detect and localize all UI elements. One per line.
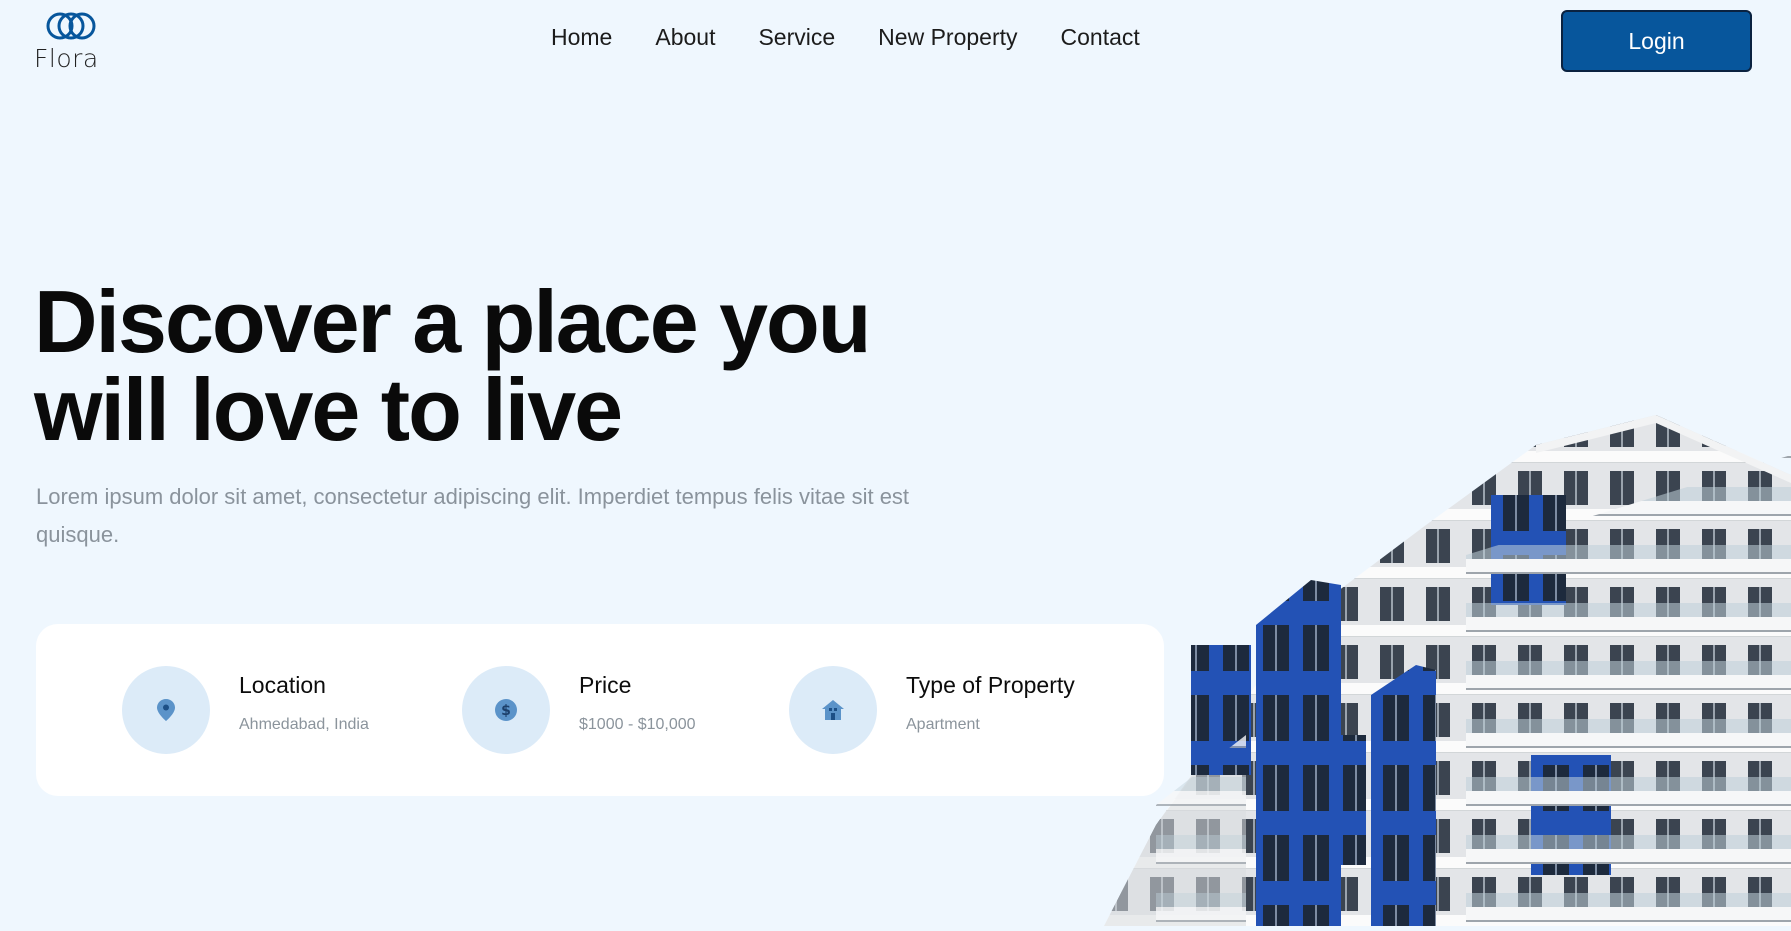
property-search-card: Location Ahmedabad, India $ Price $1000 … bbox=[36, 624, 1164, 796]
property-type-icon-circle bbox=[789, 666, 877, 754]
interlocking-rings-logo-icon bbox=[46, 12, 96, 40]
nav-home[interactable]: Home bbox=[551, 24, 612, 51]
house-icon bbox=[822, 700, 844, 720]
apartment-building-illustration bbox=[1104, 415, 1791, 926]
location-title: Location bbox=[239, 672, 326, 698]
location-value: Ahmedabad, India bbox=[239, 716, 369, 733]
main-nav: Home About Service New Property Contact bbox=[551, 24, 1183, 51]
property-type-value: Apartment bbox=[906, 716, 980, 733]
price-icon-circle: $ bbox=[462, 666, 550, 754]
nav-new-property[interactable]: New Property bbox=[878, 24, 1017, 51]
property-type-title: Type of Property bbox=[906, 672, 1075, 698]
nav-about[interactable]: About bbox=[655, 24, 715, 51]
nav-service[interactable]: Service bbox=[758, 24, 835, 51]
property-type-selector[interactable]: Type of Property Apartment bbox=[789, 666, 1075, 754]
hero-title-line-1: Discover a place you bbox=[34, 272, 872, 371]
price-title: Price bbox=[579, 672, 632, 698]
brand-name: Flora bbox=[34, 44, 99, 73]
hero-title: Discover a place you will love to live bbox=[34, 278, 934, 454]
dollar-icon: $ bbox=[495, 699, 517, 721]
building-image bbox=[1096, 405, 1791, 926]
login-button[interactable]: Login bbox=[1561, 10, 1752, 72]
hero-subtitle: Lorem ipsum dolor sit amet, consectetur … bbox=[36, 484, 910, 547]
svg-text:$: $ bbox=[501, 703, 511, 719]
map-pin-icon bbox=[157, 699, 175, 721]
price-selector[interactable]: $ Price $1000 - $10,000 bbox=[462, 666, 696, 754]
brand-logo[interactable]: Flora bbox=[34, 10, 114, 73]
location-icon-circle bbox=[122, 666, 210, 754]
nav-contact[interactable]: Contact bbox=[1061, 24, 1140, 51]
location-selector[interactable]: Location Ahmedabad, India bbox=[122, 666, 369, 754]
hero-title-line-2: will love to live bbox=[34, 360, 623, 459]
price-value: $1000 - $10,000 bbox=[579, 716, 696, 733]
